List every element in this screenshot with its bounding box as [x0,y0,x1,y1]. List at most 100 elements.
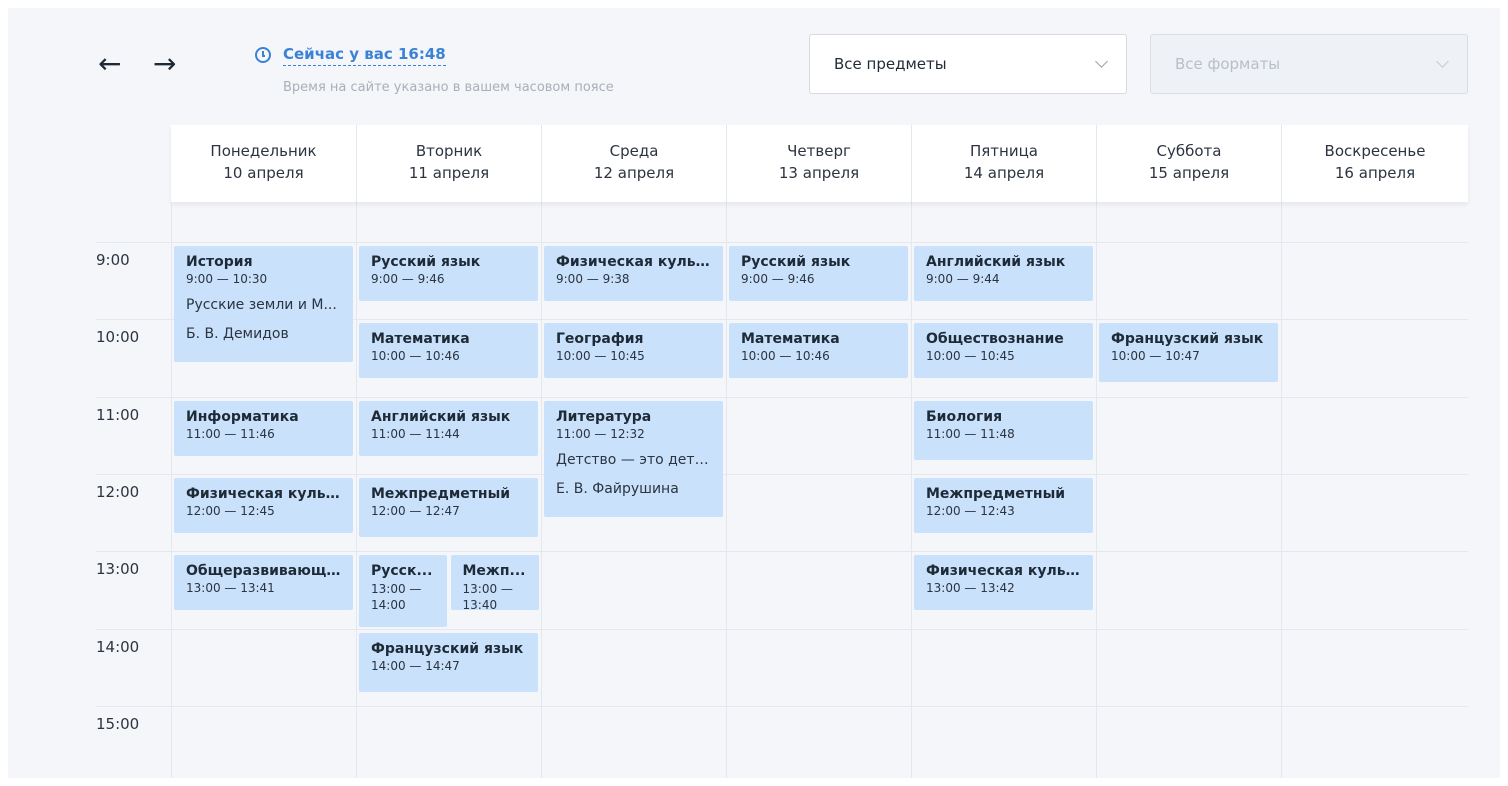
lesson-time: 10:00 — 10:45 [556,349,645,363]
lesson-topic: Русские земли и М... [186,297,337,313]
grid-column-line [541,202,542,778]
lesson-card[interactable]: Французский язык 14:00 — 14:47 [359,633,538,692]
subject-select-value: Все предметы [834,55,947,73]
lesson-card[interactable]: Английский язык 9:00 — 9:44 [914,246,1093,301]
lesson-title: Русский язык [741,254,851,270]
lesson-title: Литература [556,409,652,425]
hour-label: 9:00 [96,251,130,269]
lesson-card[interactable]: Информатика 11:00 — 11:46 [174,401,353,456]
lesson-card[interactable]: Математика 10:00 — 10:46 [729,323,908,378]
grid-column-line [171,202,172,778]
day-date: 13 апреля [778,164,860,182]
day-header-cell: Четверг 13 апреля [726,125,911,202]
hour-label: 14:00 [96,638,140,656]
lesson-title: Биология [926,409,1003,425]
lesson-card[interactable]: Математика 10:00 — 10:46 [359,323,538,378]
lesson-card[interactable]: Биология 11:00 — 11:48 [914,401,1093,460]
day-name: Суббота [1156,142,1222,160]
day-header-cell: Пятница 14 апреля [911,125,1096,202]
timezone-note: Время на сайте указано в вашем часовом п… [283,80,614,95]
day-date: 14 апреля [963,164,1045,182]
lesson-title: Французский язык [1111,331,1264,347]
lesson-title: География [556,331,644,347]
grid-hour-line [96,242,1468,243]
lesson-title: Общеразвивающи... [186,563,341,579]
lesson-card[interactable]: История 9:00 — 10:30 Русские земли и М... Б… [174,246,353,362]
lesson-card[interactable]: Физическая культ... 12:00 — 12:45 [174,478,353,533]
grid-hour-line [96,551,1468,552]
current-time-link[interactable]: Сейчас у вас 16:48 [283,45,446,66]
lesson-card[interactable]: Межпредметный 12:00 — 12:47 [359,478,538,537]
lesson-time: 9:00 — 9:38 [556,272,630,286]
chevron-down-icon [1095,55,1108,68]
format-select-placeholder: Все форматы [1175,55,1281,73]
lesson-card[interactable]: Общеразвивающи... 13:00 — 13:41 [174,555,353,610]
subject-select[interactable]: Все предметы [809,34,1127,94]
lesson-time: 12:00 — 12:43 [926,504,1015,518]
lesson-title: Межпредметный [371,486,511,502]
lesson-card[interactable]: Литература 11:00 — 12:32 Детство — это дет… [544,401,723,517]
lesson-card[interactable]: Физическая культ... 9:00 — 9:38 [544,246,723,301]
day-name: Понедельник [210,142,317,160]
lesson-time: 12:00 — 12:45 [186,504,275,518]
day-header-cell: Суббота 15 апреля [1096,125,1281,202]
lesson-title: Физическая культ... [926,563,1081,579]
lesson-card[interactable]: Французский язык 10:00 — 10:47 [1099,323,1278,382]
lesson-title: Информатика [186,409,299,425]
lesson-title: Обществознание [926,331,1064,347]
arrow-right-icon[interactable]: → [153,50,176,78]
day-header-cell: Воскресенье 16 апреля [1281,125,1468,202]
hour-label: 10:00 [96,328,140,346]
hour-label: 15:00 [96,715,140,733]
chevron-down-icon [1436,55,1449,68]
arrow-left-icon[interactable]: ← [98,50,121,78]
lesson-teacher: Е. В. Файрушина [556,481,679,497]
lesson-time: 10:00 — 10:46 [371,349,460,363]
day-name: Четверг [787,142,851,160]
grid-column-line [356,202,357,778]
lesson-time: 9:00 — 9:46 [741,272,815,286]
day-header-cell: Среда 12 апреля [541,125,726,202]
format-select[interactable]: Все форматы [1150,34,1468,94]
day-header-cell: Понедельник 10 апреля [171,125,356,202]
lesson-card[interactable]: Обществознание 10:00 — 10:45 [914,323,1093,378]
lesson-time: 14:00 — 14:47 [371,659,460,673]
lesson-time: 13:00 — 13:42 [926,581,1015,595]
lesson-card[interactable]: Русский язык 9:00 — 9:46 [359,246,538,301]
day-date: 15 апреля [1148,164,1230,182]
schedule-page: ← → Сейчас у вас 16:48 Время на сайте ук… [8,8,1500,778]
lesson-time: 11:00 — 11:44 [371,427,460,441]
lesson-time: 13:00 — 13:40 [462,582,513,610]
lesson-card[interactable]: Русский язык 9:00 — 9:46 [729,246,908,301]
hour-label: 13:00 [96,560,140,578]
lesson-card[interactable]: Русск... 13:00 — 14:00 [359,555,447,627]
grid-column-line [1281,202,1282,778]
lesson-title: Английский язык [926,254,1066,270]
grid-column-line [726,202,727,778]
lesson-title: Физическая культ... [556,254,711,270]
lesson-time: 9:00 — 9:44 [926,272,1000,286]
day-header-cell: Вторник 11 апреля [356,125,541,202]
day-header-row: Понедельник 10 апреля Вторник 11 апреля Сред… [171,125,1468,202]
grid-column-line [911,202,912,778]
lesson-time: 12:00 — 12:47 [371,504,460,518]
lesson-card[interactable]: Межпредметный 12:00 — 12:43 [914,478,1093,533]
lesson-time: 10:00 — 10:46 [741,349,830,363]
lesson-time: 11:00 — 11:46 [186,427,275,441]
grid-hour-line [96,474,1468,475]
lesson-card[interactable]: Межп... 13:00 — 13:40 [450,555,539,610]
day-name: Вторник [415,142,483,160]
lesson-card[interactable]: Английский язык 11:00 — 11:44 [359,401,538,456]
lesson-card[interactable]: География 10:00 — 10:45 [544,323,723,378]
lesson-title: Межпредметный [926,486,1066,502]
day-name: Пятница [970,142,1038,160]
lesson-time: 9:00 — 9:46 [371,272,445,286]
hour-label: 12:00 [96,483,140,501]
lesson-title: Русск... [371,563,433,579]
lesson-time: 13:00 — 13:41 [186,581,275,595]
lesson-card[interactable]: Физическая культ... 13:00 — 13:42 [914,555,1093,610]
lesson-time: 13:00 — 14:00 [371,582,422,612]
lesson-title: Физическая культ... [186,486,341,502]
day-name: Воскресенье [1324,142,1426,160]
lesson-teacher: Б. В. Демидов [186,326,289,342]
